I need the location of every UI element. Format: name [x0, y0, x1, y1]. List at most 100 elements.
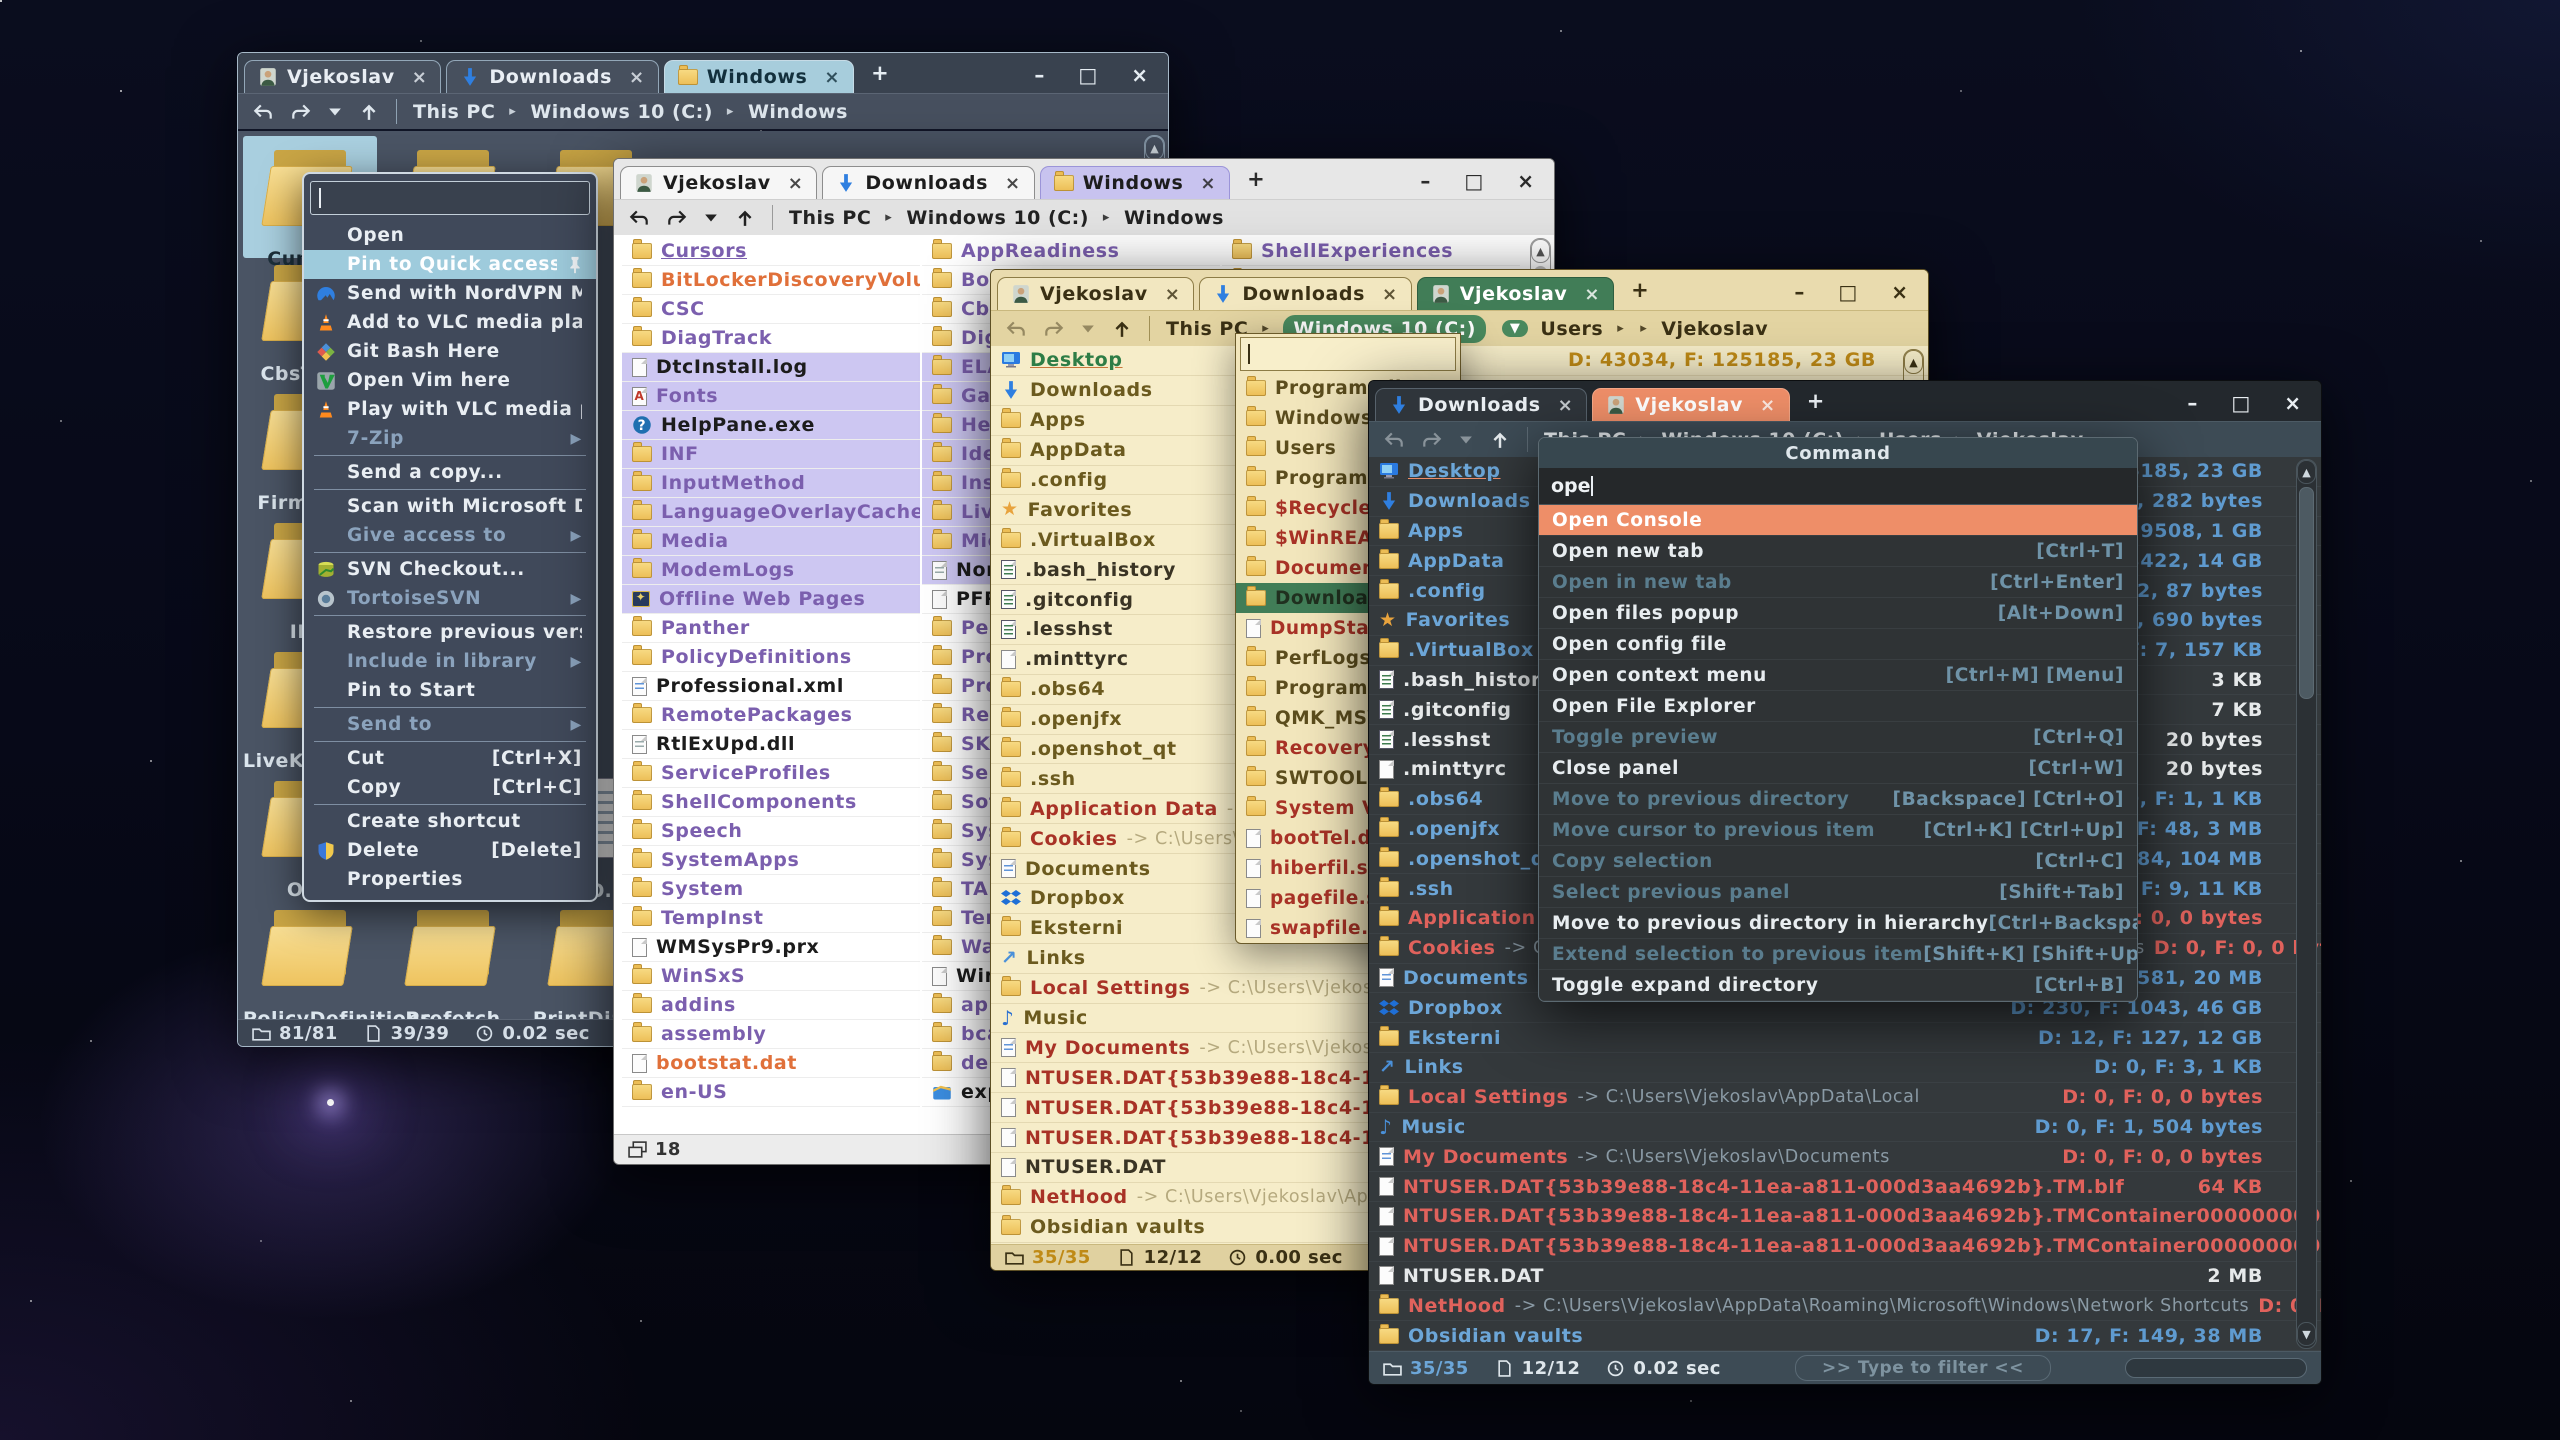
- scroll-down-arrow[interactable]: ▼: [2297, 1322, 2316, 1346]
- file-row-ntuser-dat-53b39e88-18c4-11ea-a811-000d3[interactable]: NTUSER.DAT{53b39e88-18c4-11ea-a811-000d3…: [1369, 1202, 2321, 1232]
- command-item-open-files-popup[interactable]: Open files popup[Alt+Down]: [1539, 598, 2137, 629]
- titlebar[interactable]: Vjekoslav×Downloads×Vjekoslav×+–□×: [991, 270, 1928, 310]
- command-item-move-to-previous-directory[interactable]: Move to previous directory[Backspace] [C…: [1539, 784, 2137, 815]
- forward-button[interactable]: [290, 103, 312, 121]
- tab-close-icon[interactable]: ×: [1558, 395, 1574, 416]
- history-dropdown-button[interactable]: [1081, 320, 1095, 338]
- up-directory-button[interactable]: [1111, 320, 1133, 338]
- file-row-ntuser-dat-53b39e88-18c4-11ea-a811-000d3[interactable]: NTUSER.DAT{53b39e88-18c4-11ea-a811-000d3…: [1369, 1232, 2321, 1262]
- tab-vjekoslav[interactable]: Vjekoslav×: [244, 60, 441, 93]
- close-button[interactable]: ×: [1517, 169, 1534, 193]
- menu-item-play-with-vlc-media-player[interactable]: Play with VLC media player: [304, 395, 596, 424]
- file-row-bitlockerdiscoveryvolumecontents[interactable]: BitLockerDiscoveryVolumeContents: [622, 266, 920, 295]
- command-item-toggle-expand-directory[interactable]: Toggle expand directory[Ctrl+B]: [1539, 970, 2137, 1001]
- context-menu-filter-input[interactable]: [310, 181, 590, 215]
- scroll-thumb[interactable]: [2299, 487, 2314, 699]
- file-row-speech[interactable]: Speech: [622, 817, 920, 846]
- maximize-button[interactable]: □: [1464, 169, 1483, 193]
- breadcrumb-segment[interactable]: Windows 10 (C:): [530, 101, 713, 123]
- menu-item-tortoisesvn[interactable]: TortoiseSVN▶: [304, 584, 596, 613]
- file-row-eksterni[interactable]: EksterniD: 12, F: 127, 12 GB: [1369, 1023, 2321, 1053]
- command-item-close-panel[interactable]: Close panel[Ctrl+W]: [1539, 753, 2137, 784]
- history-dropdown-button[interactable]: [328, 103, 342, 121]
- breadcrumb-segment[interactable]: Users: [1540, 318, 1603, 340]
- file-row-obsidian-vaults[interactable]: Obsidian vaultsD: 17, F: 149, 38 MB: [1369, 1321, 2321, 1351]
- tab-vjekoslav[interactable]: Vjekoslav×: [620, 166, 817, 199]
- new-tab-button[interactable]: +: [1795, 389, 1837, 413]
- back-button[interactable]: [628, 209, 650, 227]
- file-row-panther[interactable]: Panther: [622, 614, 920, 643]
- tab-vjekoslav[interactable]: Vjekoslav×: [1417, 277, 1614, 310]
- close-button[interactable]: ×: [2284, 391, 2301, 415]
- file-row-dtcinstall-log[interactable]: DtcInstall.log: [622, 353, 920, 382]
- file-row-languageoverlaycache[interactable]: LanguageOverlayCache: [622, 498, 920, 527]
- breadcrumb-segment[interactable]: Windows: [748, 101, 848, 123]
- titlebar[interactable]: Vjekoslav×Downloads×Windows×+ – □ ×: [614, 159, 1554, 199]
- tab-windows[interactable]: Windows×: [1040, 166, 1230, 199]
- menu-item-pin-to-quick-access[interactable]: Pin to Quick access: [304, 250, 596, 279]
- command-item-move-cursor-to-previous-item[interactable]: Move cursor to previous item[Ctrl+K] [Ct…: [1539, 815, 2137, 846]
- tab-vjekoslav[interactable]: Vjekoslav×: [997, 277, 1194, 310]
- menu-item-cut[interactable]: Cut[Ctrl+X]: [304, 744, 596, 773]
- command-item-copy-selection[interactable]: Copy selection[Ctrl+C]: [1539, 846, 2137, 877]
- scroll-up-arrow[interactable]: ▲: [1904, 350, 1923, 374]
- file-row-media[interactable]: Media: [622, 527, 920, 556]
- command-item-toggle-preview[interactable]: Toggle preview[Ctrl+Q]: [1539, 722, 2137, 753]
- menu-item-7-zip[interactable]: 7-Zip▶: [304, 424, 596, 453]
- forward-button[interactable]: [666, 209, 688, 227]
- file-row-appreadiness[interactable]: AppReadiness: [922, 237, 1220, 266]
- file-row-wmsyspr9-prx[interactable]: WMSysPr9.prx: [622, 933, 920, 962]
- tab-close-icon[interactable]: ×: [1200, 173, 1216, 194]
- command-item-open-context-menu[interactable]: Open context menu[Ctrl+M] [Menu]: [1539, 660, 2137, 691]
- command-palette-input[interactable]: ope: [1539, 468, 2137, 505]
- type-to-filter-button[interactable]: >> Type to filter <<: [1795, 1355, 2051, 1381]
- scroll-up-arrow[interactable]: ▲: [2297, 460, 2316, 484]
- file-row-bootstat-dat[interactable]: bootstat.dat: [622, 1049, 920, 1078]
- new-tab-button[interactable]: +: [1235, 167, 1277, 191]
- file-row-helppane-exe[interactable]: ?HelpPane.exe: [622, 411, 920, 440]
- file-row-my-documents[interactable]: My Documents-> C:\Users\Vjekoslav\Docume…: [1369, 1142, 2321, 1172]
- file-row-cursors[interactable]: Cursors: [622, 237, 920, 266]
- new-tab-button[interactable]: +: [1619, 278, 1661, 302]
- back-button[interactable]: [252, 103, 274, 121]
- back-button[interactable]: [1383, 431, 1405, 449]
- file-row-rtlexupd-dll[interactable]: RtlExUpd.dll: [622, 730, 920, 759]
- file-row-ntuser-dat-53b39e88-18c4-11ea-a811-000d3[interactable]: NTUSER.DAT{53b39e88-18c4-11ea-a811-000d3…: [1369, 1172, 2321, 1202]
- scroll-up-arrow[interactable]: ▲: [1531, 239, 1550, 263]
- menu-item-delete[interactable]: Delete[Delete]: [304, 836, 596, 865]
- command-item-extend-selection-to-previous-item[interactable]: Extend selection to previous item[Shift+…: [1539, 939, 2137, 970]
- file-row-fonts[interactable]: Fonts: [622, 382, 920, 411]
- menu-item-open-vim-here[interactable]: Open Vim here: [304, 366, 596, 395]
- tab-close-icon[interactable]: ×: [1760, 395, 1776, 416]
- menu-item-pin-to-start[interactable]: Pin to Start: [304, 676, 596, 705]
- menu-item-properties[interactable]: Properties: [304, 865, 596, 894]
- tab-close-icon[interactable]: ×: [1165, 284, 1181, 305]
- up-directory-button[interactable]: [734, 209, 756, 227]
- tab-downloads[interactable]: Downloads×: [822, 166, 1034, 199]
- minimize-button[interactable]: –: [1794, 280, 1804, 304]
- breadcrumb-segment[interactable]: This PC: [413, 101, 495, 123]
- menu-item-open[interactable]: Open: [304, 221, 596, 250]
- close-button[interactable]: ×: [1131, 63, 1148, 87]
- file-row-tempinst[interactable]: TempInst: [622, 904, 920, 933]
- file-row-addins[interactable]: addins: [622, 991, 920, 1020]
- file-row-shellexperiences[interactable]: ShellExperiences: [1222, 237, 1520, 266]
- file-row-modemlogs[interactable]: ModemLogs: [622, 556, 920, 585]
- up-directory-button[interactable]: [358, 103, 380, 121]
- minimize-button[interactable]: –: [1420, 169, 1430, 193]
- history-dropdown-button[interactable]: [1459, 431, 1473, 449]
- file-row-assembly[interactable]: assembly: [622, 1020, 920, 1049]
- forward-button[interactable]: [1421, 431, 1443, 449]
- tab-close-icon[interactable]: ×: [788, 173, 804, 194]
- breadcrumb-segment[interactable]: Windows 10 (C:): [906, 207, 1089, 229]
- breadcrumb-dropdown-caret-icon[interactable]: ▼: [1502, 320, 1529, 337]
- tab-close-icon[interactable]: ×: [629, 67, 645, 88]
- command-item-select-previous-panel[interactable]: Select previous panel[Shift+Tab]: [1539, 877, 2137, 908]
- menu-item-add-to-vlc-media-player-s-playlist[interactable]: Add to VLC media player's Playlist: [304, 308, 596, 337]
- menu-item-send-with-nordvpn-meshnet[interactable]: Send with NordVPN Meshnet: [304, 279, 596, 308]
- maximize-button[interactable]: □: [1078, 63, 1097, 87]
- menu-item-svn-checkout-[interactable]: SVN Checkout...: [304, 555, 596, 584]
- tab-close-icon[interactable]: ×: [1382, 284, 1398, 305]
- file-row-diagtrack[interactable]: DiagTrack: [622, 324, 920, 353]
- command-item-open-new-tab[interactable]: Open new tab[Ctrl+T]: [1539, 536, 2137, 567]
